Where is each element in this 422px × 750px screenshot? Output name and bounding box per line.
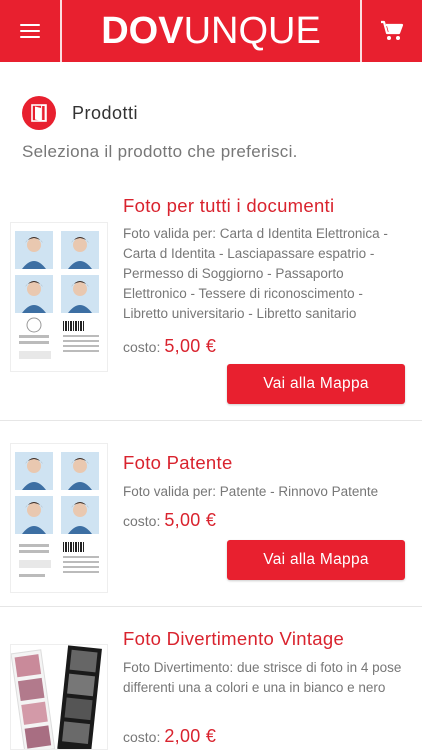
product-title: Foto Divertimento Vintage [123,628,345,649]
divider [0,420,422,421]
product-description: Foto valida per: Carta d Identita Elettr… [123,226,388,321]
map-button[interactable]: Vai alla Mappa [227,364,405,404]
product-description: Foto Divertimento: due strisce di foto i… [123,660,402,695]
section-header: Prodotti [22,96,138,130]
product-title: Foto Patente [123,452,233,473]
door-icon [22,96,56,130]
map-button[interactable]: Vai alla Mappa [227,540,405,580]
product-image-documenti [10,222,108,372]
cart-icon [381,20,404,40]
product-description: Foto valida per: Patente - Rinnovo Paten… [123,484,379,499]
product-title: Foto per tutti i documenti [123,195,335,216]
product-cost: costo: 5,00 € [123,336,217,356]
menu-button[interactable] [0,0,62,62]
product-price: 2,00 € [164,726,217,746]
product-price: 5,00 € [164,510,217,530]
app-logo: DOV UNQUE [101,9,321,52]
product-price: 5,00 € [164,336,217,356]
product-cost: costo: 2,00 € [123,726,217,746]
section-title: Prodotti [72,102,139,123]
cart-button[interactable] [360,0,422,62]
product-cost: costo: 5,00 € [123,510,217,530]
divider [0,606,422,607]
app-header: DOV UNQUE [0,0,422,62]
section-subtitle: Seleziona il prodotto che preferisci. [22,142,298,161]
product-image-patente [10,443,108,593]
product-image-vintage [10,644,108,750]
hamburger-icon [20,24,40,38]
